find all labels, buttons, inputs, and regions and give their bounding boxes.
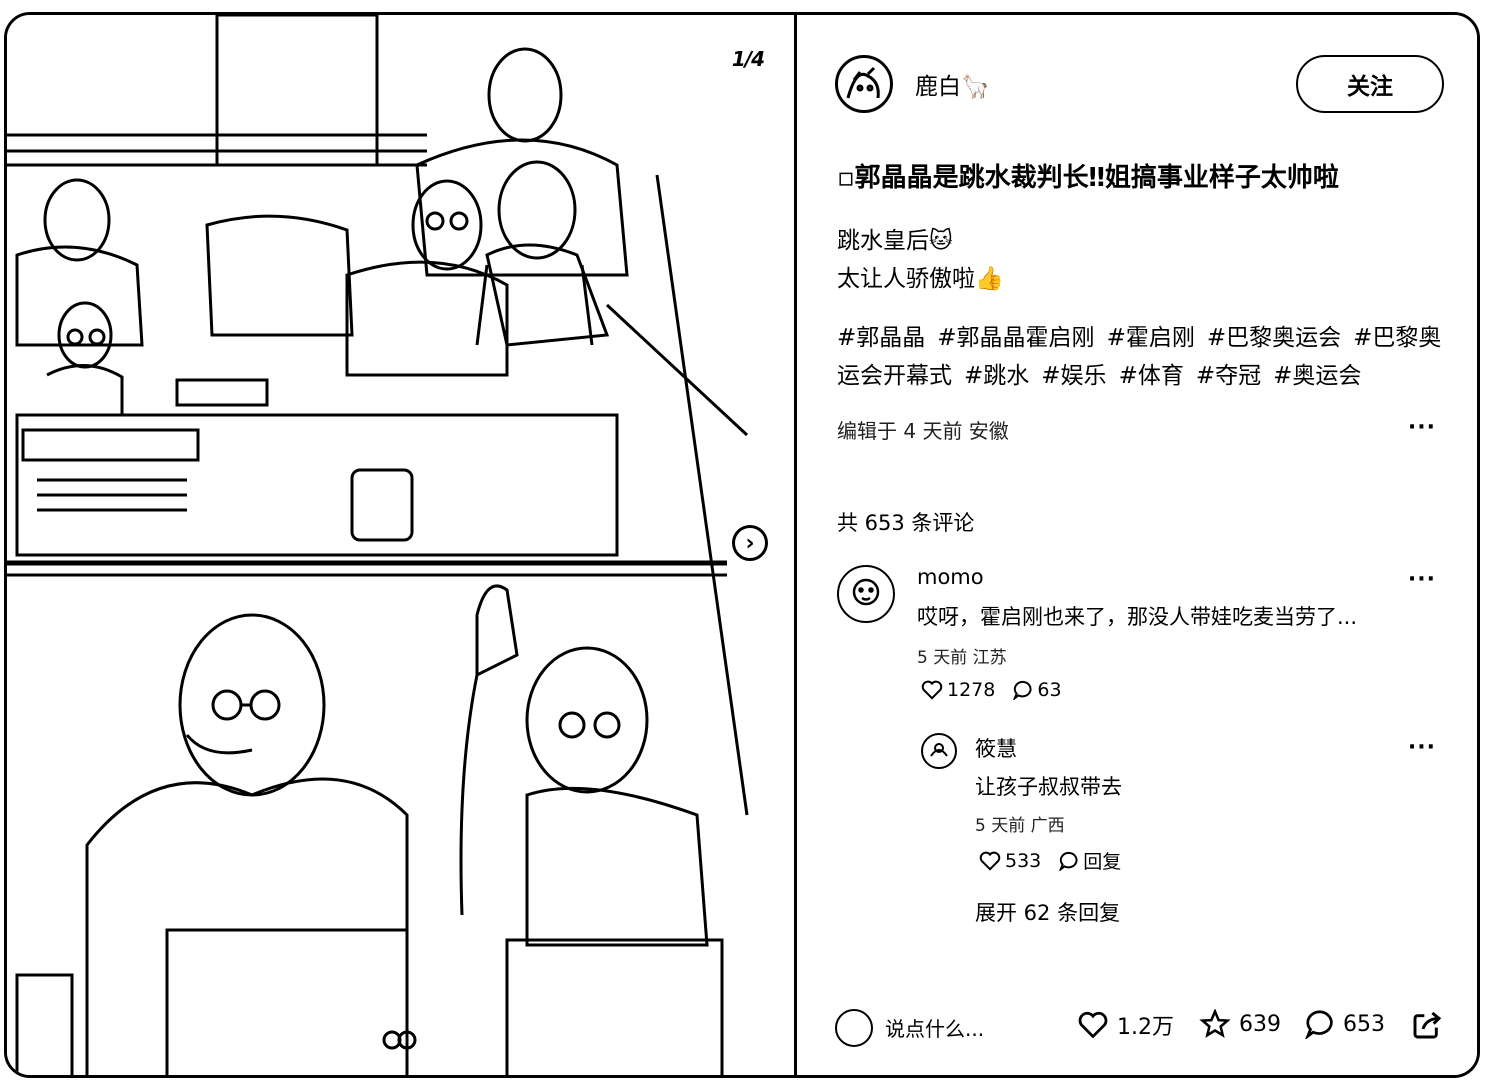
comment-count: 共 653 条评论 xyxy=(837,511,975,535)
reply-avatar[interactable] xyxy=(921,733,957,769)
reply-text: 让孩子叔叔带去 xyxy=(975,775,1122,799)
reply-like-count: 533 xyxy=(1005,849,1042,872)
post-title: ▫郭晶晶是跳水裁判长‼姐搞事业样子太帅啦 xyxy=(837,163,1339,193)
reply-more-button[interactable]: ··· xyxy=(1408,735,1436,760)
reply-author[interactable]: 筱慧 xyxy=(975,733,1017,763)
post-body-line-1: 跳水皇后🐱 xyxy=(837,228,953,254)
heart-icon xyxy=(1078,1011,1108,1039)
comment-reply-button[interactable]: 63 xyxy=(1013,679,1062,701)
current-user-avatar xyxy=(835,1009,873,1047)
like-count: 1.2万 xyxy=(1117,1015,1174,1040)
star-icon xyxy=(1199,1009,1231,1038)
like-button[interactable]: 1.2万 xyxy=(1077,1009,1174,1041)
favorite-count: 639 xyxy=(1239,1011,1281,1037)
author-avatar[interactable] xyxy=(835,55,893,113)
post-meta: 编辑于 4 天前 安徽 xyxy=(837,419,1009,443)
author-avatar-image xyxy=(846,66,880,99)
expand-replies-link[interactable]: 展开 62 条回复 xyxy=(975,897,1120,927)
comment-avatar-image xyxy=(852,578,880,606)
comment-button[interactable]: 653 xyxy=(1305,1009,1385,1039)
reply-actions: 533 回复 xyxy=(979,847,1139,874)
reply-reply-label: 回复 xyxy=(1083,851,1122,873)
comment-like-count: 1278 xyxy=(947,679,996,701)
reply-meta: 5 天前 广西 xyxy=(975,816,1065,836)
comment-like-button[interactable]: 1278 xyxy=(921,679,995,701)
post-more-button[interactable]: ··· xyxy=(1408,415,1436,440)
share-button[interactable] xyxy=(1411,1009,1451,1041)
comment-meta: 5 天前 江苏 xyxy=(917,648,1007,668)
comment-text: 哎呀，霍启刚也来了，那没人带娃吃麦当劳了... xyxy=(917,605,1358,629)
chevron-right-icon: › xyxy=(745,530,755,556)
comment-count-bottom: 653 xyxy=(1343,1011,1385,1037)
tag-link[interactable]: #奥运会 xyxy=(1273,363,1361,389)
post-photo xyxy=(7,15,749,1075)
heart-icon xyxy=(979,851,1001,871)
tag-link[interactable]: #郭晶晶 xyxy=(837,325,925,351)
heart-icon xyxy=(921,680,943,700)
tag-link[interactable]: #郭晶晶霍启刚 xyxy=(937,325,1094,351)
tag-link[interactable]: #巴黎奥运会 xyxy=(1207,325,1341,351)
post-detail-window: 1/4 › 鹿白🦙 关注 ▫郭晶晶是跳水裁判长‼姐搞事业样子太帅啦 跳水皇后🐱 … xyxy=(4,12,1480,1078)
reply-like-button[interactable]: 533 xyxy=(979,850,1041,872)
follow-button[interactable]: 关注 xyxy=(1296,55,1444,113)
comment-bubble-icon xyxy=(1013,680,1032,700)
comment-author[interactable]: momo xyxy=(917,565,984,589)
tag-link[interactable]: #跳水 xyxy=(964,363,1029,389)
bottom-action-bar: 说点什么... 1.2万 639 653 xyxy=(797,985,1477,1065)
tag-link[interactable]: #霍启刚 xyxy=(1107,325,1195,351)
comment-input[interactable]: 说点什么... xyxy=(885,1013,984,1042)
share-icon xyxy=(1413,1011,1442,1039)
post-image-carousel[interactable]: 1/4 › xyxy=(7,15,797,1075)
favorite-button[interactable]: 639 xyxy=(1199,1009,1281,1039)
author-info[interactable]: 鹿白🦙 xyxy=(835,55,990,113)
post-body-line-2: 太让人骄傲啦👍 xyxy=(837,266,1004,292)
comment-bubble-icon xyxy=(1059,851,1078,871)
tag-link[interactable]: #娱乐 xyxy=(1041,363,1106,389)
image-counter: 1/4 xyxy=(731,47,765,71)
comment-more-button[interactable]: ··· xyxy=(1408,567,1436,592)
comment-actions: 1278 63 xyxy=(921,679,1080,701)
comment-reply-count: 63 xyxy=(1037,679,1062,701)
next-image-button[interactable]: › xyxy=(732,525,768,561)
tag-link[interactable]: #体育 xyxy=(1119,363,1184,389)
reply-avatar-image xyxy=(930,743,948,757)
author-name[interactable]: 鹿白🦙 xyxy=(915,67,990,101)
post-detail-panel: 鹿白🦙 关注 ▫郭晶晶是跳水裁判长‼姐搞事业样子太帅啦 跳水皇后🐱 太让人骄傲啦… xyxy=(797,15,1477,1075)
reply-reply-button[interactable]: 回复 xyxy=(1059,847,1121,874)
comment-bubble-icon xyxy=(1305,1010,1333,1039)
tag-link[interactable]: #夺冠 xyxy=(1196,363,1261,389)
post-tags: #郭晶晶 #郭晶晶霍启刚 #霍启刚 #巴黎奥运会 #巴黎奥运会开幕式 #跳水 #娱乐 #体育 #… xyxy=(837,319,1447,395)
comment-avatar[interactable] xyxy=(837,565,895,623)
